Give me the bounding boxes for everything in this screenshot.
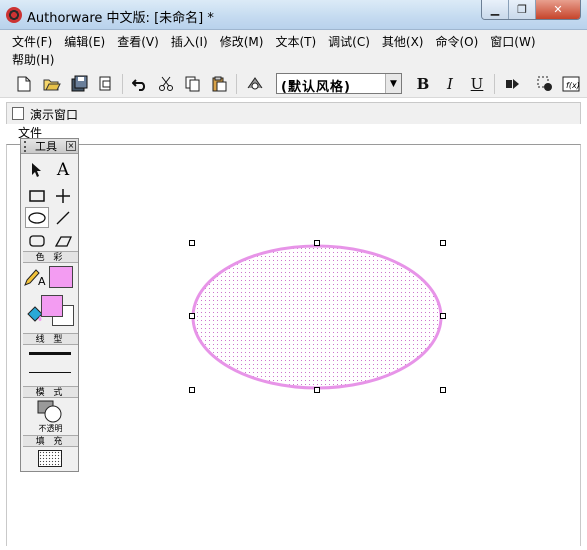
rectangle-tool[interactable] (25, 185, 49, 206)
underline-button[interactable]: U (467, 74, 487, 94)
document-icon (12, 107, 24, 120)
line-style-section-label: 线 型 (23, 333, 78, 345)
maximize-button[interactable]: ❐ (509, 0, 536, 19)
save-all-icon[interactable] (70, 74, 90, 94)
title-bar: Authorware 中文版: [未命名] * ▁ ❐ ✕ (0, 0, 587, 30)
toolbar-separator (494, 74, 495, 94)
menu-view[interactable]: 查看(V) (111, 33, 165, 51)
menu-bar: 文件(F) 编辑(E) 查看(V) 插入(I) 修改(M) 文本(T) 调试(C… (0, 30, 587, 70)
text-tool-icon[interactable]: A (51, 159, 75, 180)
svg-text:A: A (38, 275, 46, 287)
authorware-logo-icon (6, 7, 22, 23)
drag-grip-icon[interactable] (24, 141, 28, 152)
close-button[interactable]: ✕ (536, 0, 580, 19)
copy-icon[interactable] (183, 74, 203, 94)
mode-opaque-icon[interactable] (35, 400, 65, 424)
menu-file[interactable]: 文件(F) (6, 33, 58, 51)
fill-pattern-swatch[interactable] (38, 450, 62, 467)
menu-help[interactable]: 帮助(H) (6, 51, 60, 69)
bold-button[interactable]: B (413, 74, 433, 94)
presentation-window-title: 演示窗口 (30, 108, 79, 122)
menu-text[interactable]: 文本(T) (269, 33, 322, 51)
open-icon[interactable] (42, 74, 62, 94)
foreground-color-swatch[interactable] (41, 295, 63, 317)
cut-icon[interactable] (156, 74, 176, 94)
selection-handle-bottom[interactable] (314, 387, 320, 393)
svg-text:f(x): f(x) (566, 81, 580, 90)
line-style-thin[interactable] (29, 372, 71, 373)
toolbar-separator (236, 74, 237, 94)
run-icon[interactable] (503, 74, 523, 94)
tools-palette: 工具 × A 色 彩 A 线 型 模 式 不透明 填 充 (20, 138, 79, 472)
selection-handle-bottom-left[interactable] (189, 387, 195, 393)
tools-palette-title: 工具 (35, 140, 57, 153)
line-style-thick[interactable] (29, 352, 71, 355)
toolbar-separator (122, 74, 123, 94)
ellipse-shape[interactable] (188, 239, 450, 395)
menu-insert[interactable]: 插入(I) (165, 33, 214, 51)
polygon-tool[interactable] (51, 230, 75, 251)
window-title: Authorware 中文版: [未命名] * (27, 11, 214, 26)
line-tool-straight[interactable] (51, 185, 75, 206)
text-style-value: (默认风格) (281, 80, 351, 95)
color-section-label: 色 彩 (23, 251, 78, 263)
rounded-rectangle-tool[interactable] (25, 230, 49, 251)
presentation-window-header: 演示窗口 (6, 102, 581, 124)
italic-button[interactable]: I (440, 74, 460, 94)
selection-handle-top[interactable] (314, 240, 320, 246)
functions-icon[interactable]: f(x) (561, 74, 581, 94)
new-icon[interactable] (14, 74, 34, 94)
mode-section-label: 模 式 (23, 386, 78, 398)
menu-command[interactable]: 命令(O) (429, 33, 484, 51)
line-color-pencil-icon[interactable]: A (23, 266, 47, 287)
menu-row-1: 文件(F) 编辑(E) 查看(V) 插入(I) 修改(M) 文本(T) 调试(C… (6, 33, 542, 51)
find-icon[interactable] (245, 74, 265, 94)
selection-handle-bottom-right[interactable] (440, 387, 446, 393)
fill-section-label: 填 充 (23, 435, 78, 447)
toolbar: (默认风格) ▼ B I U f(x) (0, 70, 587, 98)
undo-icon[interactable] (130, 74, 150, 94)
selection-handle-right[interactable] (440, 313, 446, 319)
paste-icon[interactable] (210, 74, 230, 94)
chevron-down-icon[interactable]: ▼ (385, 74, 401, 93)
menu-other[interactable]: 其他(X) (376, 33, 430, 51)
ellipse-tool[interactable] (25, 207, 49, 228)
selection-handle-top-left[interactable] (189, 240, 195, 246)
window-controls: ▁ ❐ ✕ (481, 0, 581, 20)
control-panel-icon[interactable] (535, 74, 555, 94)
menu-debug[interactable]: 调试(C) (322, 33, 376, 51)
minimize-button[interactable]: ▁ (482, 0, 509, 19)
mode-value: 不透明 (38, 424, 63, 433)
menu-row-2: 帮助(H) (6, 51, 60, 69)
text-style-dropdown[interactable]: (默认风格) ▼ (276, 73, 402, 95)
menu-window[interactable]: 窗口(W) (484, 33, 541, 51)
tools-palette-titlebar[interactable]: 工具 × (21, 139, 78, 154)
menu-modify[interactable]: 修改(M) (214, 33, 270, 51)
pointer-tool[interactable] (25, 159, 49, 180)
selection-handle-top-right[interactable] (440, 240, 446, 246)
selection-handle-left[interactable] (189, 313, 195, 319)
line-color-swatch[interactable] (49, 266, 73, 288)
close-icon[interactable]: × (66, 141, 76, 151)
diagonal-line-tool[interactable] (51, 207, 75, 228)
menu-edit[interactable]: 编辑(E) (58, 33, 111, 51)
import-icon[interactable] (96, 74, 116, 94)
